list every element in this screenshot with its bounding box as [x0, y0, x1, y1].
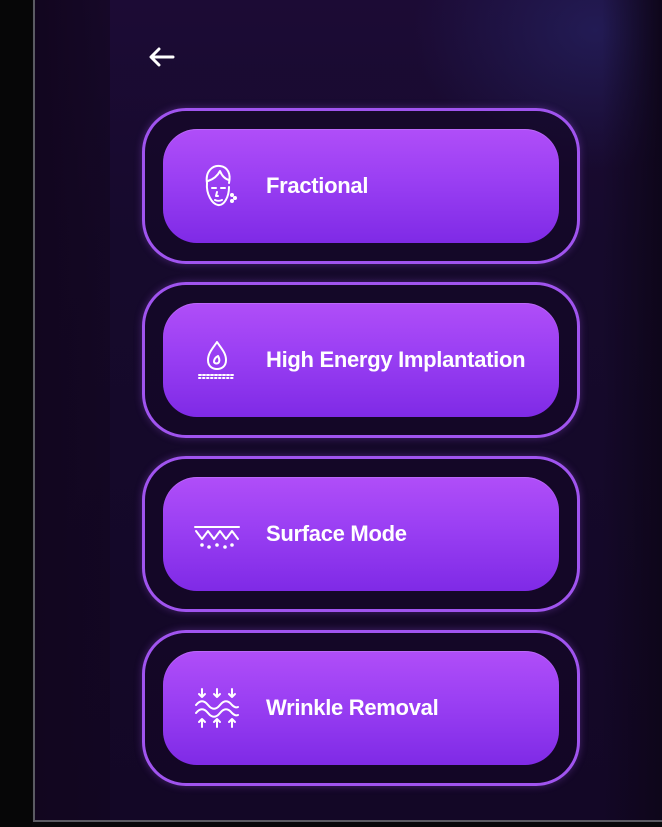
mode-label-high-energy-implantation: High Energy Implantation — [266, 347, 526, 372]
mode-card-surface-mode: Surface Mode — [142, 456, 580, 612]
droplet-icon — [191, 334, 243, 386]
surface-wave-icon — [191, 508, 243, 560]
panel-shade-left — [35, 0, 110, 820]
mode-label-wrinkle-removal: Wrinkle Removal — [266, 695, 439, 720]
wrinkle-wave-icon — [191, 682, 243, 734]
window-edge — [0, 0, 32, 827]
mode-card-fractional: Fractional — [142, 108, 580, 264]
app-frame: Fractional High Energy Implantation Surf… — [0, 0, 662, 827]
face-icon — [191, 160, 243, 212]
wrinkle-removal-button[interactable]: Wrinkle Removal — [163, 651, 559, 765]
arrow-left-icon — [149, 47, 175, 67]
mode-card-high-energy-implantation: High Energy Implantation — [142, 282, 580, 438]
mode-label-surface-mode: Surface Mode — [266, 521, 407, 546]
mode-label-fractional: Fractional — [266, 173, 369, 198]
back-button[interactable] — [145, 40, 179, 74]
mode-selection-panel: Fractional High Energy Implantation Surf… — [33, 0, 662, 822]
mode-card-wrinkle-removal: Wrinkle Removal — [142, 630, 580, 786]
high-energy-implantation-button[interactable]: High Energy Implantation — [163, 303, 559, 417]
surface-mode-button[interactable]: Surface Mode — [163, 477, 559, 591]
fractional-button[interactable]: Fractional — [163, 129, 559, 243]
panel-shade-right — [602, 0, 662, 820]
